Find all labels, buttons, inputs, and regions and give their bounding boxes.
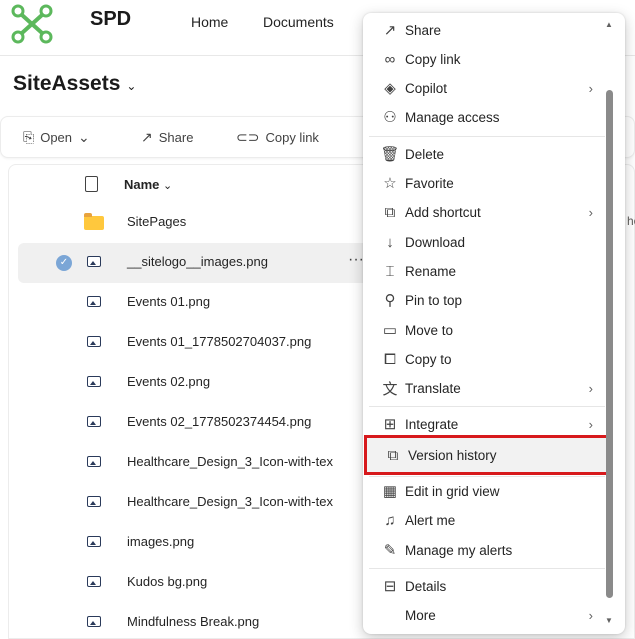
menu-item-delete[interactable]: 🗑 Delete [369,140,603,168]
checkmark-icon[interactable]: ✓ [56,255,72,271]
menu-item-details[interactable]: ⊟ Details [369,572,603,600]
rename-icon: ⌶ [385,262,395,280]
shortcut-icon: ⧉ [384,203,396,221]
menu-item-move-to[interactable]: ▭ Move to [369,316,603,344]
copy-icon: ⧠ [383,350,396,368]
scroll-down-icon[interactable]: ▼ [605,616,613,625]
file-name[interactable]: images.png [127,534,194,549]
open-icon: ⎘ [23,129,35,145]
file-name[interactable]: SitePages [127,214,186,229]
link-icon: ∞ [384,50,396,68]
menu-item-more[interactable]: More › [369,601,603,629]
chevron-right-icon: › [588,80,593,96]
list-row-selected[interactable]: ✓ __sitelogo__images.png ··· [18,243,378,283]
file-name[interactable]: Kudos bg.png [127,574,207,589]
grid-icon: ▦ [382,483,398,500]
image-file-icon [87,456,101,467]
chevron-right-icon: › [588,380,593,396]
copy-link-label: Copy link [265,130,319,145]
menu-item-translate[interactable]: 文 Translate › [369,374,603,402]
menu-divider [369,406,605,407]
menu-item-rename[interactable]: ⌶ Rename [369,257,603,285]
menu-item-copy-to[interactable]: ⧠ Copy to [369,345,603,373]
menu-item-edit-grid-view[interactable]: ▦ Edit in grid view [369,477,603,505]
menu-item-download[interactable]: ↓ Download [369,228,603,256]
nav-home-link[interactable]: Home [191,14,228,30]
image-file-icon [87,496,101,507]
file-name[interactable]: Events 01_1778502704037.png [127,334,311,349]
version-history-icon: ⧉ [387,446,399,464]
file-type-header-icon[interactable] [85,176,98,192]
folder-icon [84,213,104,230]
image-file-icon [87,616,101,627]
chevron-right-icon: › [588,416,593,432]
image-file-icon [87,536,101,547]
menu-item-manage-alerts[interactable]: ✎ Manage my alerts [369,536,603,564]
image-file-icon [87,376,101,387]
file-name[interactable]: Healthcare_Design_3_Icon-with-tex [127,494,333,509]
share-icon: ↗ [141,129,153,145]
menu-item-version-history[interactable]: ⧉ Version history [364,435,611,475]
file-name[interactable]: Mindfulness Break.png [127,614,259,629]
menu-item-integrate[interactable]: ⊞ Integrate › [369,410,603,438]
pin-icon: ⚲ [384,292,396,309]
menu-item-pin-to-top[interactable]: ⚲ Pin to top [369,286,603,314]
file-name[interactable]: Events 02_1778502374454.png [127,414,311,429]
menu-item-copy-link[interactable]: ∞ Copy link [369,45,603,73]
link-icon: ⊂⊃ [236,129,260,145]
bell-icon: ♫ [384,511,396,529]
image-file-icon [87,256,101,267]
translate-icon: 文 [382,380,398,398]
menu-divider [369,136,605,137]
chevron-down-icon: ⌄ [78,129,90,145]
file-name[interactable]: Events 02.png [127,374,210,389]
open-button[interactable]: ⎘ Open ⌄ [23,129,90,146]
file-name[interactable]: Events 01.png [127,294,210,309]
chevron-down-icon: ⌄ [126,79,137,93]
more-options-icon[interactable]: ··· [348,251,364,269]
file-name[interactable]: __sitelogo__images.png [127,254,268,269]
site-logo-icon[interactable] [10,4,54,44]
menu-item-add-shortcut[interactable]: ⧉ Add shortcut › [369,198,603,226]
share-icon: ↗ [383,22,397,39]
star-icon: ☆ [383,175,397,192]
move-icon: ▭ [382,322,398,339]
image-file-icon [87,336,101,347]
share-label: Share [158,130,194,145]
image-file-icon [87,416,101,427]
person-icon: ⚇ [383,109,397,126]
details-icon: ⊟ [383,578,397,595]
alerts-icon: ✎ [383,542,397,559]
open-label: Open [40,130,73,145]
menu-item-manage-access[interactable]: ⚇ Manage access [369,103,603,131]
chevron-right-icon: › [588,607,593,623]
download-icon: ↓ [386,233,394,251]
menu-scrollbar-thumb[interactable] [606,90,613,598]
context-menu: ↗ Share ∞ Copy link ◈ Copilot › ⚇ Manage… [363,13,625,634]
name-column-header[interactable]: Name ⌄ [124,177,172,192]
menu-item-share[interactable]: ↗ Share [369,16,603,44]
chevron-right-icon: › [588,204,593,220]
scroll-up-icon[interactable]: ▲ [605,20,613,29]
integrate-icon: ⊞ [383,416,397,433]
file-name[interactable]: Healthcare_Design_3_Icon-with-tex [127,454,333,469]
menu-item-alert-me[interactable]: ♫ Alert me [369,506,603,534]
library-title[interactable]: SiteAssets ⌄ [13,72,136,96]
library-title-text: SiteAssets [13,72,121,95]
trash-icon: 🗑 [380,146,400,163]
share-button[interactable]: ↗ Share [141,129,193,146]
menu-item-copilot[interactable]: ◈ Copilot › [369,74,603,102]
site-name[interactable]: SPD [90,8,131,31]
image-file-icon [87,576,101,587]
copy-link-button[interactable]: ⊂⊃ Copy link [236,129,319,146]
nav-documents-link[interactable]: Documents [263,14,334,30]
menu-divider [369,568,605,569]
menu-item-favorite[interactable]: ☆ Favorite [369,169,603,197]
image-file-icon [87,296,101,307]
copilot-icon: ◈ [384,80,396,97]
